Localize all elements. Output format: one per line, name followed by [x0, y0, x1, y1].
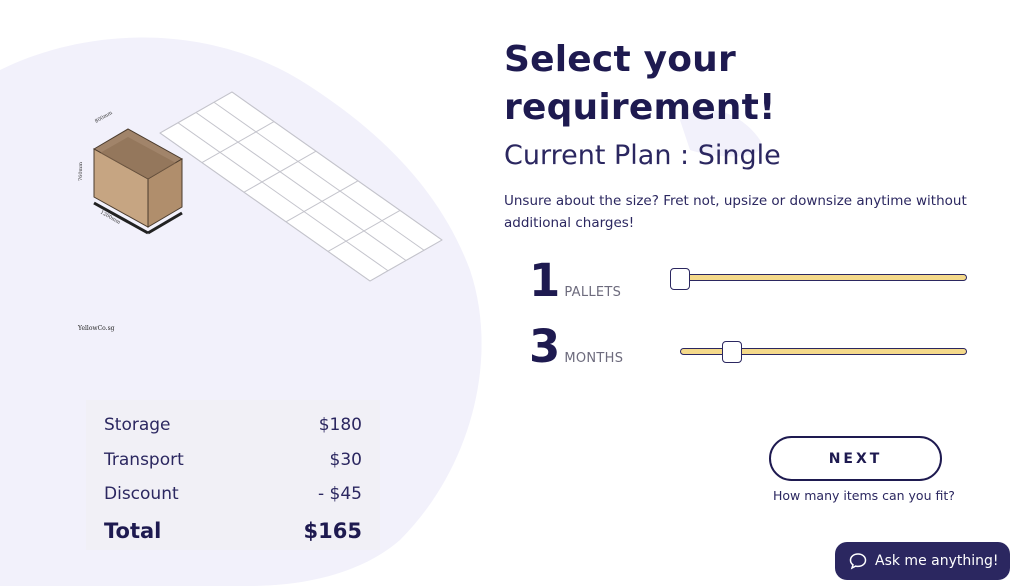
- chat-bubble-icon: [849, 553, 867, 570]
- chat-button[interactable]: Ask me anything!: [835, 542, 1010, 580]
- summary-label: Discount: [104, 484, 179, 505]
- pallet-grid-illustration: 800mm 760mm 1200mm: [78, 91, 443, 282]
- fit-items-link[interactable]: How many items can you fit?: [773, 488, 955, 503]
- months-slider-handle[interactable]: [722, 341, 742, 363]
- pallets-unit: PALLETS: [564, 285, 622, 300]
- price-summary: Storage $180 Transport $30 Discount - $4…: [86, 400, 380, 550]
- pallets-slider-track[interactable]: [676, 274, 967, 281]
- total-amount: $165: [303, 518, 362, 543]
- summary-row-total: Total $165: [104, 512, 362, 550]
- summary-amount: $30: [329, 449, 362, 470]
- summary-row-storage: Storage $180: [104, 408, 362, 443]
- page-title: Select your requirement!: [504, 36, 924, 132]
- pallets-value: 1 PALLETS: [529, 258, 621, 303]
- months-number: 3: [529, 320, 561, 373]
- dimension-top-label: 800mm: [94, 110, 114, 125]
- next-button[interactable]: NEXT: [769, 436, 942, 481]
- summary-label: Storage: [104, 415, 171, 436]
- total-label: Total: [104, 518, 162, 543]
- summary-label: Transport: [104, 449, 184, 470]
- summary-amount: $180: [318, 415, 362, 436]
- months-value: 3 MONTHS: [529, 324, 623, 369]
- dimension-side-label: 760mm: [78, 162, 84, 181]
- pallets-slider-handle[interactable]: [670, 268, 690, 290]
- title-line-2: requirement!: [504, 87, 776, 128]
- summary-row-transport: Transport $30: [104, 443, 362, 478]
- brand-watermark: YellowCo.sg: [78, 325, 115, 332]
- months-unit: MONTHS: [564, 351, 624, 366]
- current-plan: Current Plan : Single: [504, 140, 781, 171]
- chat-label: Ask me anything!: [875, 553, 999, 569]
- summary-amount: - $45: [318, 484, 362, 505]
- summary-row-discount: Discount - $45: [104, 477, 362, 512]
- plan-description: Unsure about the size? Fret not, upsize …: [504, 193, 967, 231]
- title-line-1: Select your: [504, 39, 736, 80]
- pallets-number: 1: [529, 254, 561, 307]
